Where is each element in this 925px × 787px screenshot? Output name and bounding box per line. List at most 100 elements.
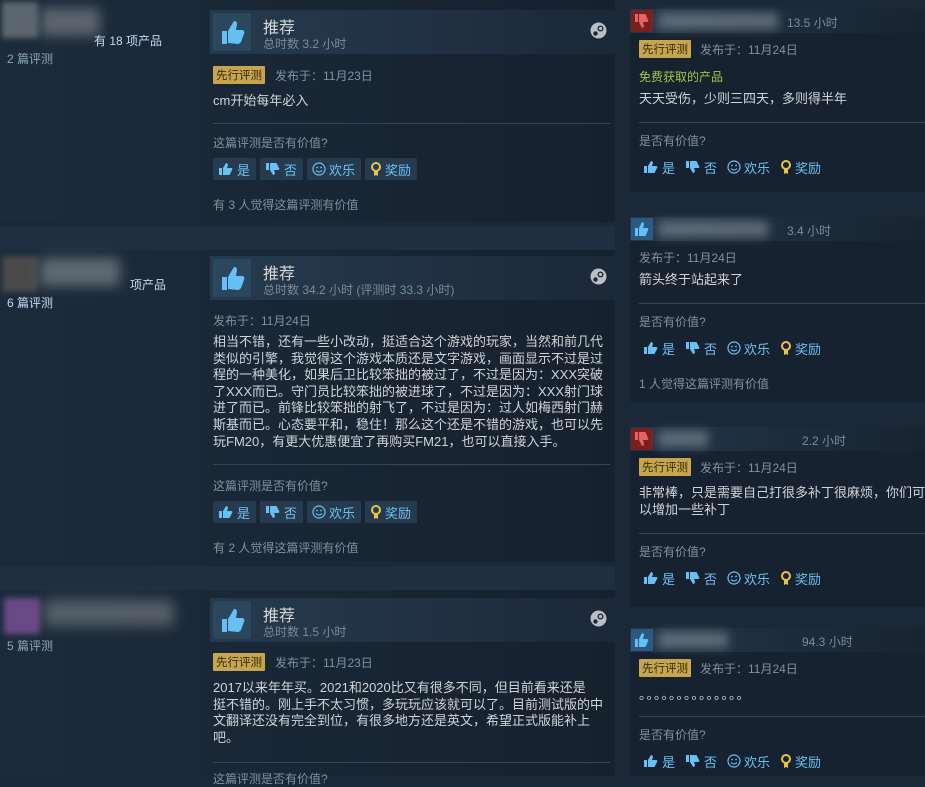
vote-yes-button[interactable]: 是 — [639, 337, 679, 359]
avatar[interactable] — [4, 598, 40, 634]
helpful-count: 有 3 人觉得这篇评测有价值 — [213, 198, 359, 212]
review-author[interactable]: 有 18 项产品 2 篇评测 — [0, 0, 200, 66]
vote-funny-button[interactable]: 欢乐 — [307, 158, 362, 180]
review-author[interactable]: 项产品 6 篇评测 — [0, 250, 200, 310]
steam-icon — [590, 268, 607, 285]
review-count[interactable]: 2 篇评测 — [7, 50, 53, 67]
vote-yes-button[interactable]: 是 — [639, 750, 679, 772]
vote-no-button[interactable]: 否 — [681, 567, 721, 589]
smiley-icon — [727, 754, 741, 768]
review-header: 2.2 小时 — [630, 427, 925, 451]
vote-funny-button[interactable]: 欢乐 — [723, 750, 774, 772]
award-button[interactable]: 奖励 — [365, 158, 418, 180]
review-list: 有 18 项产品 2 篇评测 推荐 总时数 3.2 小时 先行评测 发布于：11… — [0, 0, 615, 786]
avatar[interactable] — [658, 431, 708, 447]
playtime: 3.4 小时 — [787, 224, 832, 238]
review-count[interactable]: 6 篇评测 — [7, 294, 53, 311]
vote-buttons: 是 否 欢乐 奖励 — [639, 337, 825, 359]
helpful-question: 这篇评测是否有价值? — [213, 479, 328, 493]
award-icon — [781, 159, 792, 174]
helpful-question: 是否有价值? — [639, 728, 706, 742]
vote-buttons: 是 否 欢乐 奖励 — [639, 750, 825, 772]
vote-buttons: 是 否 欢乐 奖励 — [213, 158, 418, 180]
thumbs-up-icon — [644, 755, 658, 767]
award-button[interactable]: 奖励 — [776, 156, 825, 178]
steam-icon — [590, 22, 607, 39]
early-access-badge: 先行评测 — [639, 659, 691, 677]
avatar[interactable] — [658, 13, 778, 29]
thumbs-up-icon — [213, 259, 251, 297]
award-icon — [371, 161, 382, 176]
vote-funny-button[interactable]: 欢乐 — [723, 337, 774, 359]
award-button[interactable]: 奖励 — [776, 750, 825, 772]
divider — [213, 464, 610, 465]
smiley-icon — [312, 162, 326, 176]
playtime: 总时数 3.2 小时 — [263, 37, 347, 51]
vote-yes-button[interactable]: 是 — [639, 567, 679, 589]
award-button[interactable]: 奖励 — [776, 567, 825, 589]
thumbs-up-icon — [644, 161, 658, 173]
posted-date: 发布于：11月24日 — [700, 43, 798, 57]
review-card: 有 18 项产品 2 篇评测 推荐 总时数 3.2 小时 先行评测 发布于：11… — [0, 0, 615, 222]
avatar[interactable] — [658, 221, 768, 237]
award-icon — [781, 753, 792, 768]
author-name[interactable]: 项产品 — [130, 276, 166, 293]
thumbs-up-icon — [644, 342, 658, 354]
award-icon — [781, 570, 792, 585]
review-card: 5 篇评测 推荐 总时数 1.5 小时 先行评测 发布于：11月23日 2017… — [0, 590, 615, 786]
avatar[interactable] — [2, 2, 38, 38]
vote-yes-button[interactable]: 是 — [213, 158, 257, 180]
thumbs-up-icon — [219, 506, 233, 518]
vote-funny-button[interactable]: 欢乐 — [723, 156, 774, 178]
posted-date: 发布于：11月23日 — [275, 69, 373, 83]
helpful-question: 是否有价值? — [639, 545, 706, 559]
helpful-count: 1 人觉得这篇评测有价值 — [639, 377, 770, 391]
vote-buttons: 是 否 欢乐 奖励 — [639, 156, 825, 178]
thumbs-down-icon — [686, 161, 700, 173]
thumbs-down-icon — [686, 755, 700, 767]
review-header: 推荐 总时数 1.5 小时 — [210, 598, 615, 642]
review-body: 。。。。。。。。。。。。。。 — [639, 687, 751, 702]
vote-no-button[interactable]: 否 — [260, 501, 304, 523]
helpful-question: 这篇评测是否有价值? — [213, 136, 328, 150]
posted-date: 发布于：11月24日 — [639, 251, 737, 265]
vote-no-button[interactable]: 否 — [681, 750, 721, 772]
review-body: 非常棒，只是需要自己打很多补丁很麻烦，你们可 以增加一些补丁 — [639, 485, 925, 517]
avatar[interactable] — [658, 632, 728, 648]
review-body: cm开始每年必入 — [213, 93, 309, 108]
review-count[interactable]: 5 篇评测 — [7, 637, 53, 654]
review-author[interactable]: 5 篇评测 — [0, 590, 200, 653]
vote-no-button[interactable]: 否 — [260, 158, 304, 180]
thumbs-down-icon — [266, 163, 280, 175]
vote-no-button[interactable]: 否 — [681, 337, 721, 359]
vote-funny-button[interactable]: 欢乐 — [307, 501, 362, 523]
thumbs-down-icon — [266, 506, 280, 518]
author-name[interactable]: 有 18 项产品 — [94, 32, 162, 49]
avatar[interactable] — [2, 256, 38, 292]
playtime: 13.5 小时 — [787, 16, 838, 30]
award-button[interactable]: 奖励 — [776, 337, 825, 359]
separator — [0, 566, 615, 590]
recent-reviews-column: 13.5 小时 先行评测 发布于：11月24日 免费获取的产品 天天受伤，少则三… — [615, 0, 925, 776]
early-access-badge: 先行评测 — [213, 653, 265, 671]
thumbs-down-icon — [686, 342, 700, 354]
vote-no-button[interactable]: 否 — [681, 156, 721, 178]
thumbs-up-icon — [213, 13, 251, 51]
smiley-icon — [727, 160, 741, 174]
thumbs-down-icon — [686, 572, 700, 584]
early-access-badge: 先行评测 — [639, 458, 691, 476]
vote-yes-button[interactable]: 是 — [213, 501, 257, 523]
free-product-label: 免费获取的产品 — [639, 70, 724, 84]
award-button[interactable]: 奖励 — [365, 501, 418, 523]
vote-buttons: 是 否 欢乐 奖励 — [213, 501, 418, 523]
thumbs-up-icon — [213, 601, 251, 639]
vote-funny-button[interactable]: 欢乐 — [723, 567, 774, 589]
thumbs-up-icon — [631, 629, 653, 651]
award-icon — [781, 340, 792, 355]
divider — [213, 123, 610, 124]
divider — [639, 122, 925, 123]
playtime: 总时数 34.2 小时 (评测时 33.3 小时) — [263, 283, 455, 297]
posted-date: 发布于：11月24日 — [213, 314, 311, 328]
review-body: 天天受伤，少则三四天，多则得半年 — [639, 91, 848, 106]
vote-yes-button[interactable]: 是 — [639, 156, 679, 178]
